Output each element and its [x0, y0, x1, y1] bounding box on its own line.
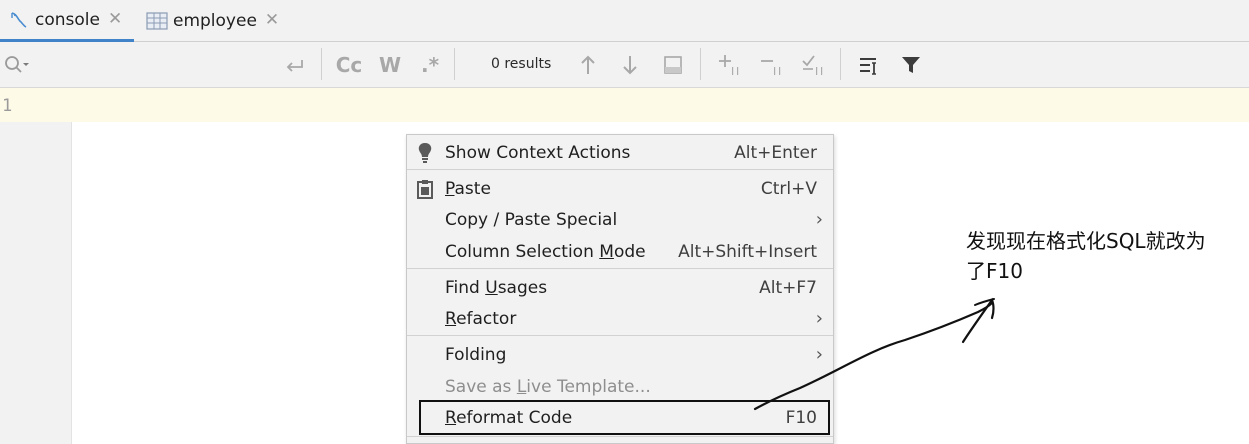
annotation-arrow: [753, 297, 995, 411]
annotation-line-1: 发现现在格式化SQL就改为: [966, 229, 1206, 253]
annotation-note: 发现现在格式化SQL就改为 了F10: [966, 226, 1246, 286]
annotation-line-2: 了F10: [966, 259, 1023, 283]
